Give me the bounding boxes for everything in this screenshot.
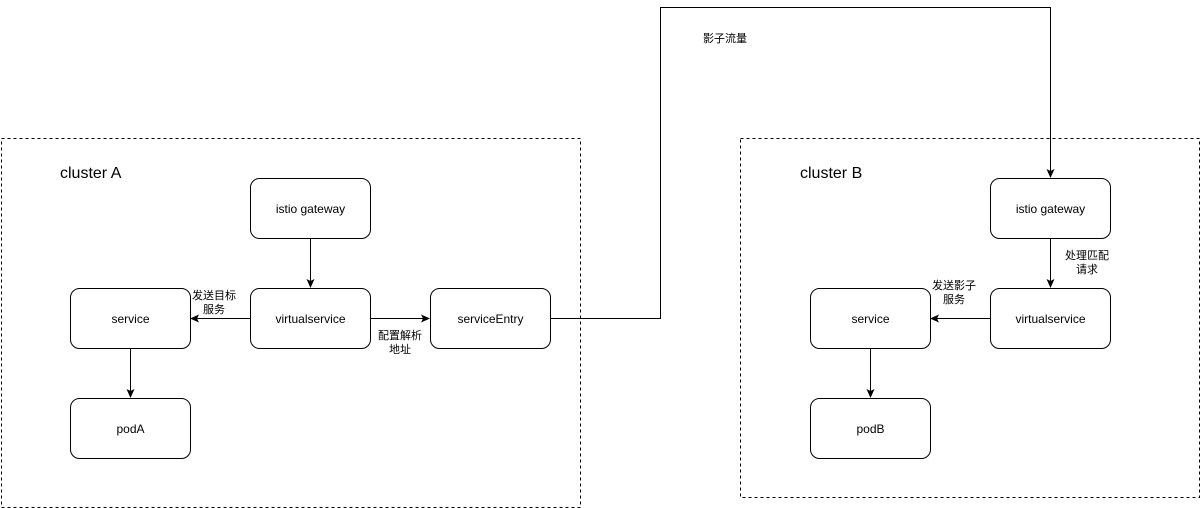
label-b-handle-match-2: 请求 <box>1076 263 1098 276</box>
node-label: podA <box>116 422 144 436</box>
cluster-a-label: cluster A <box>60 165 122 182</box>
node-b-virtualservice[interactable]: virtualservice <box>990 288 1111 349</box>
label-a-send-target-2: 服务 <box>203 303 225 316</box>
label-a-send-target-1: 发送目标 <box>192 288 236 302</box>
edge-shadow-traffic <box>550 7 1055 319</box>
label-shadow-traffic: 影子流量 <box>703 31 747 45</box>
node-a-virtualservice[interactable]: virtualservice <box>250 288 371 349</box>
node-a-service[interactable]: service <box>70 288 191 349</box>
node-label: service <box>111 312 149 326</box>
label-b-send-shadow-2: 服务 <box>943 293 965 306</box>
node-label: podB <box>856 422 884 436</box>
label-a-config-resolve-2: 地址 <box>389 342 411 356</box>
cluster-b-label: cluster B <box>800 165 862 182</box>
node-b-pod[interactable]: podB <box>810 398 931 459</box>
node-label: virtualservice <box>1015 312 1085 326</box>
node-b-service[interactable]: service <box>810 288 931 349</box>
node-b-istio-gateway[interactable]: istio gateway <box>990 178 1111 239</box>
node-label: serviceEntry <box>457 312 523 326</box>
label-b-send-shadow-1: 发送影子 <box>932 278 976 292</box>
architecture-diagram: cluster A cluster B 影子流量 发送目标 服务 配置解析 地址… <box>1 7 1200 508</box>
node-a-istio-gateway[interactable]: istio gateway <box>250 178 371 239</box>
node-label: virtualservice <box>275 312 345 326</box>
label-a-config-resolve-1: 配置解析 <box>378 328 422 342</box>
node-label: istio gateway <box>276 202 345 216</box>
label-b-handle-match-1: 处理匹配 <box>1065 249 1109 262</box>
node-label: service <box>851 312 889 326</box>
node-a-pod[interactable]: podA <box>70 398 191 459</box>
node-label: istio gateway <box>1016 202 1085 216</box>
node-a-serviceentry[interactable]: serviceEntry <box>430 288 551 349</box>
